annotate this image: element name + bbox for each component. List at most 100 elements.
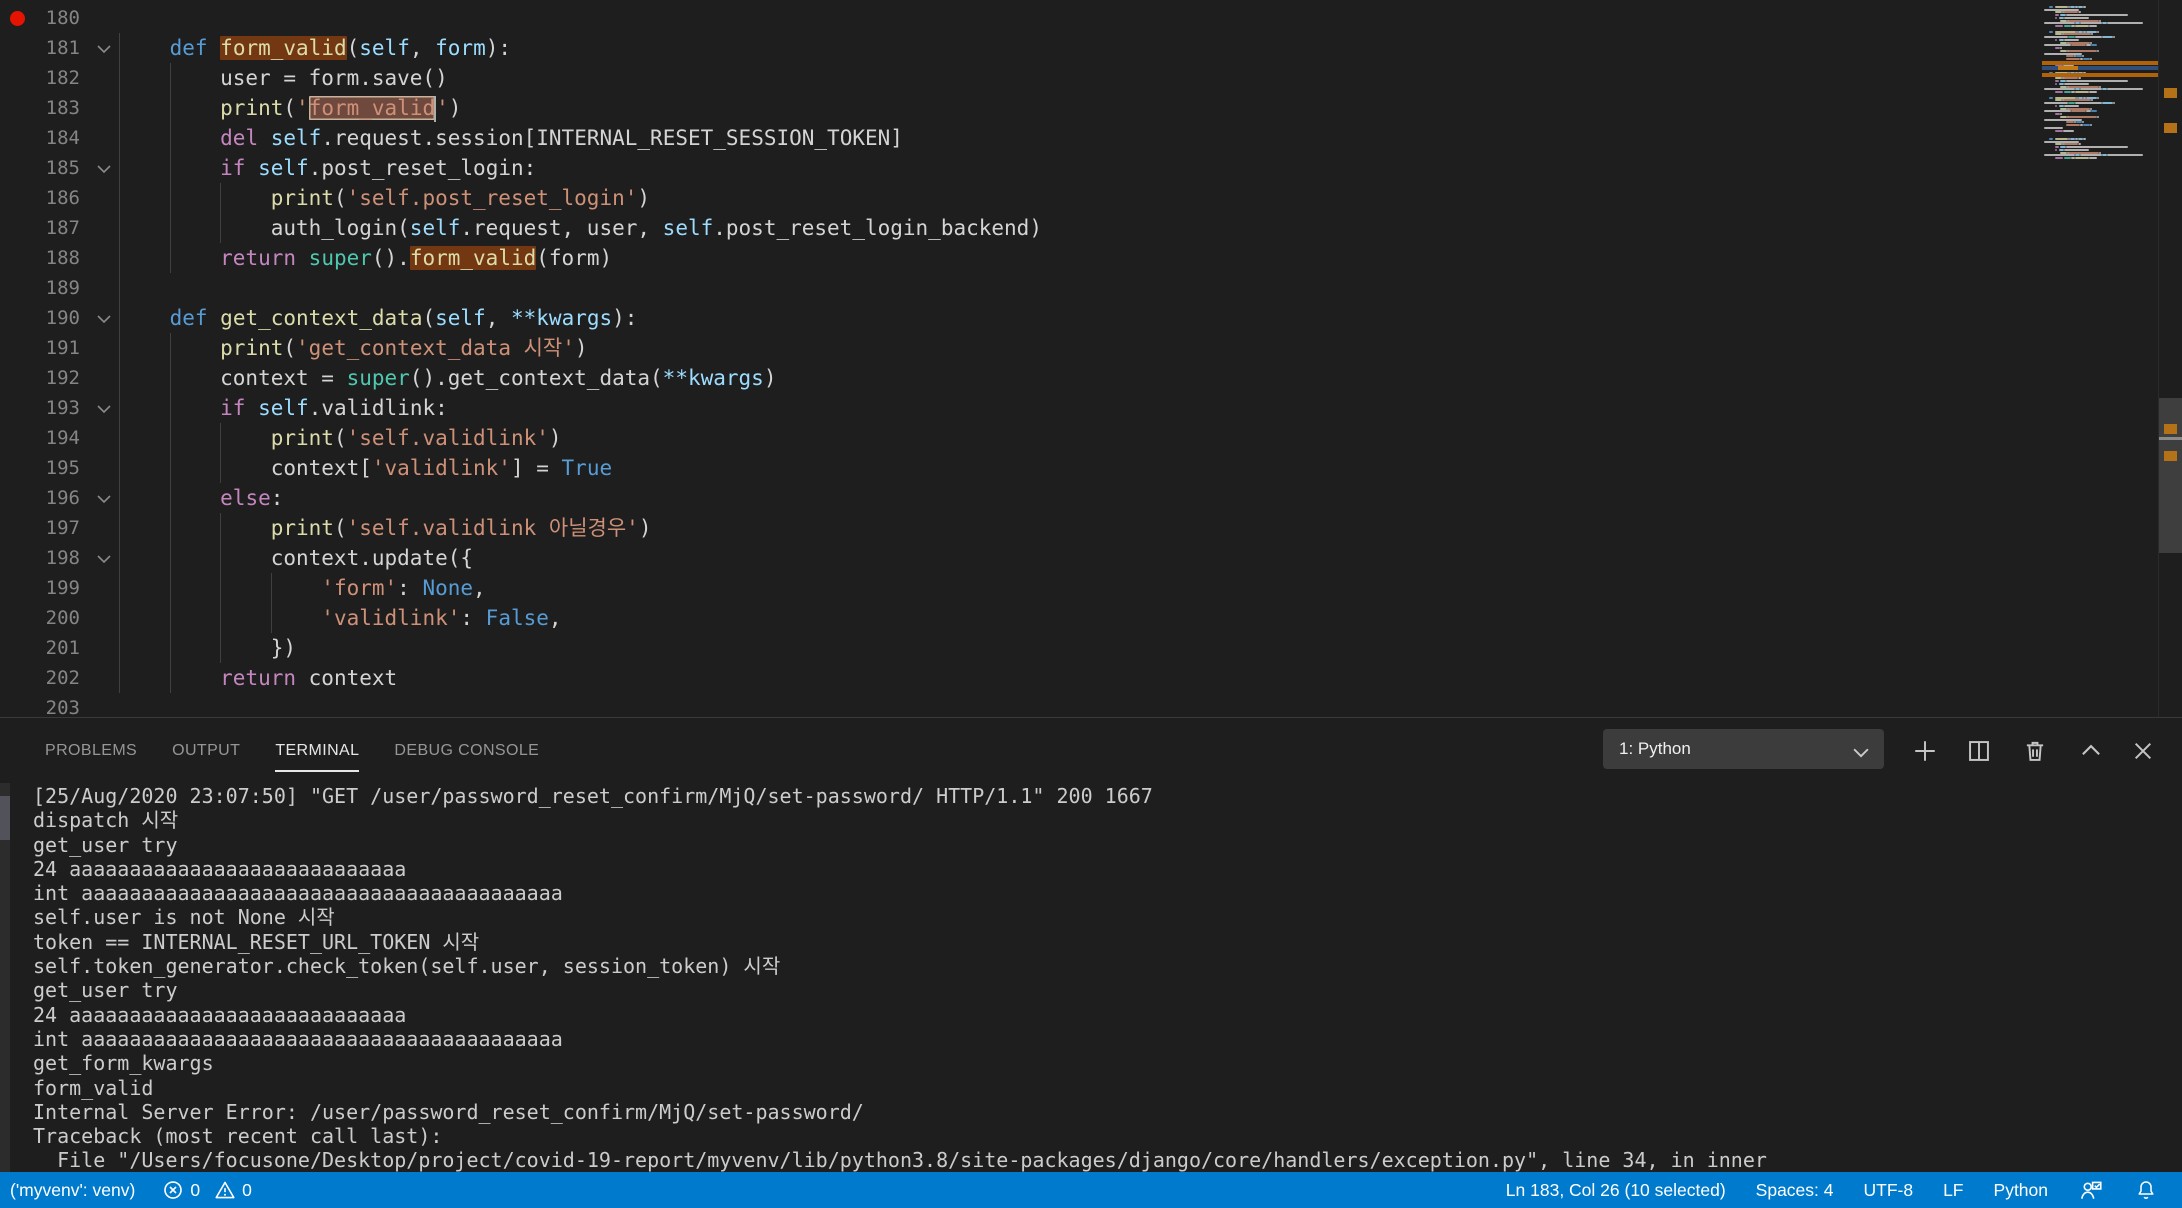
plus-icon[interactable]: [1912, 738, 1938, 764]
minimap-code-segment: [2066, 55, 2074, 57]
minimap-code-segment: [2071, 44, 2086, 46]
minimap-code-segment: [2044, 22, 2075, 24]
terminal-scrollbar[interactable]: [0, 783, 10, 1173]
code-line[interactable]: 186 print('self.post_reset_login'): [0, 183, 2042, 213]
terminal-selector-dropdown[interactable]: 1: Python: [1603, 729, 1884, 769]
code-line[interactable]: 199 'form': None,: [0, 573, 2042, 603]
minimap-code-segment: [2049, 6, 2053, 8]
chevron-up-icon[interactable]: [2078, 738, 2104, 764]
line-number: 187: [0, 213, 80, 243]
code-line[interactable]: 203: [0, 693, 2042, 717]
minimap-code-segment: [2068, 50, 2096, 52]
fold-chevron-icon[interactable]: [92, 153, 116, 183]
code-line[interactable]: 188 return super().form_valid(form): [0, 243, 2042, 273]
terminal-line: 24 aaaaaaaaaaaaaaaaaaaaaaaaaaaa: [33, 857, 1767, 881]
code-line[interactable]: 185 if self.post_reset_login:: [0, 153, 2042, 183]
code-line-text: print('get_context_data 시작'): [119, 333, 588, 363]
breakpoint-indicator[interactable]: [10, 11, 25, 26]
code-line[interactable]: 195 context['validlink'] = True: [0, 453, 2042, 483]
panel-header: PROBLEMS OUTPUT TERMINAL DEBUG CONSOLE 1: P…: [0, 718, 2182, 783]
minimap-find-highlight: [2042, 73, 2158, 77]
minimap-code-segment: [2102, 102, 2113, 104]
minimap-code-segment: [2068, 152, 2099, 154]
minimap-code-segment: [2044, 36, 2068, 38]
code-line[interactable]: 189: [0, 273, 2042, 303]
code-line[interactable]: 190 def get_context_data(self, **kwargs)…: [0, 303, 2042, 333]
problems-indicator[interactable]: 0 0: [163, 1180, 251, 1201]
minimap-code-segment: [2044, 53, 2082, 55]
fold-chevron-icon[interactable]: [92, 483, 116, 513]
chevron-down-icon: [1850, 738, 1872, 778]
minimap-code-segment: [2055, 17, 2058, 19]
code-editor[interactable]: 180181 def form_valid(self, form):182 us…: [0, 0, 2182, 717]
vscode-window: 180181 def form_valid(self, form):182 us…: [0, 0, 2182, 1208]
minimap-code-segment: [2044, 141, 2079, 143]
code-line[interactable]: 194 print('self.validlink'): [0, 423, 2042, 453]
terminal-line: form_valid: [33, 1076, 1767, 1100]
minimap-code-segment: [2064, 105, 2079, 107]
eol-indicator[interactable]: LF: [1943, 1180, 1963, 1201]
code-line[interactable]: 187 auth_login(self.request, user, self.…: [0, 213, 2042, 243]
minimap-current-match: [2058, 66, 2078, 70]
code-line-text: print('self.validlink 아닐경우'): [119, 513, 651, 543]
minimap-code-segment: [2064, 17, 2088, 19]
notifications-bell-icon[interactable]: [2134, 1178, 2158, 1202]
code-line[interactable]: 181 def form_valid(self, form):: [0, 33, 2042, 63]
feedback-icon[interactable]: [2078, 1177, 2104, 1203]
panel-tab-debug-console[interactable]: DEBUG CONSOLE: [394, 718, 539, 783]
line-number: 185: [0, 153, 80, 183]
code-line[interactable]: 200 'validlink': False,: [0, 603, 2042, 633]
fold-chevron-icon[interactable]: [92, 33, 116, 63]
minimap-code-segment: [2075, 157, 2089, 159]
minimap-code-segment: [2066, 146, 2128, 148]
error-count: 0: [190, 1180, 200, 1201]
terminal-scrollbar-thumb[interactable]: [0, 796, 10, 840]
code-line[interactable]: 198 context.update({: [0, 543, 2042, 573]
minimap-code-segment: [2075, 102, 2102, 104]
code-line[interactable]: 182 user = form.save(): [0, 63, 2042, 93]
minimap-code-segment: [2064, 25, 2071, 27]
minimap-code-segment: [2097, 31, 2100, 33]
minimap-code-segment: [2060, 146, 2065, 148]
minimap-code-segment: [2060, 20, 2067, 22]
language-mode-indicator[interactable]: Python: [1994, 1180, 2048, 1201]
minimap-code-segment: [2044, 44, 2071, 46]
cursor-position-indicator[interactable]: Ln 183, Col 26 (10 selected): [1506, 1180, 1726, 1201]
minimap[interactable]: [2042, 0, 2158, 717]
code-line[interactable]: 180: [0, 3, 2042, 33]
fold-chevron-icon[interactable]: [92, 303, 116, 333]
code-line-text: if self.validlink:: [119, 393, 448, 423]
minimap-code-segment: [2068, 20, 2099, 22]
panel-tab-terminal[interactable]: TERMINAL: [275, 718, 359, 783]
code-line[interactable]: 202 return context: [0, 663, 2042, 693]
panel-tab-problems[interactable]: PROBLEMS: [45, 718, 137, 783]
minimap-code-segment: [2064, 11, 2078, 13]
scrollbar-thumb[interactable]: [2159, 398, 2182, 553]
fold-chevron-icon[interactable]: [92, 393, 116, 423]
split-terminal-icon[interactable]: [1966, 738, 1992, 764]
close-icon[interactable]: [2130, 738, 2156, 764]
python-interpreter-indicator[interactable]: ('myvenv': venv): [10, 1180, 135, 1201]
code-line[interactable]: 197 print('self.validlink 아닐경우'): [0, 513, 2042, 543]
terminal-line: self.user is not None 시작: [33, 905, 1767, 929]
minimap-code-segment: [2063, 99, 2091, 101]
minimap-code-segment: [2076, 55, 2081, 57]
fold-chevron-icon[interactable]: [92, 543, 116, 573]
terminal-output[interactable]: [25/Aug/2020 23:07:50] "GET /user/passwo…: [0, 783, 2182, 1173]
code-line[interactable]: 196 else:: [0, 483, 2042, 513]
minimap-code-segment: [2089, 25, 2097, 27]
code-line[interactable]: 191 print('get_context_data 시작'): [0, 333, 2042, 363]
code-line[interactable]: 201 }): [0, 633, 2042, 663]
encoding-indicator[interactable]: UTF-8: [1864, 1180, 1914, 1201]
minimap-code-segment: [2068, 36, 2075, 38]
panel-tab-output[interactable]: OUTPUT: [172, 718, 240, 783]
minimap-code-segment: [2066, 121, 2074, 123]
indentation-indicator[interactable]: Spaces: 4: [1756, 1180, 1834, 1201]
editor-scrollbar[interactable]: [2158, 0, 2182, 717]
code-line[interactable]: 183 print('form_valid'): [0, 93, 2042, 123]
code-line[interactable]: 192 context = super().get_context_data(*…: [0, 363, 2042, 393]
code-line[interactable]: 193 if self.validlink:: [0, 393, 2042, 423]
minimap-code-segment: [2044, 88, 2075, 90]
code-line[interactable]: 184 del self.request.session[INTERNAL_RE…: [0, 123, 2042, 153]
trash-icon[interactable]: [2022, 738, 2048, 764]
